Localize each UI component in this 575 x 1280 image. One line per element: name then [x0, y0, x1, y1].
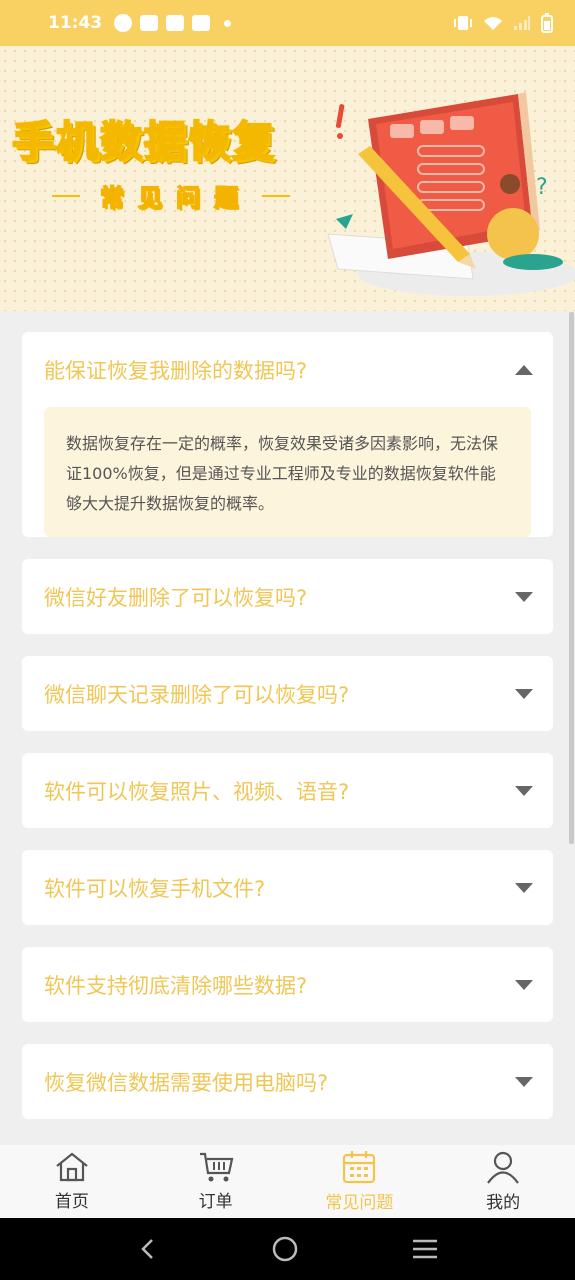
scrollbar[interactable]	[569, 312, 574, 844]
tab-home[interactable]: 首页	[0, 1145, 144, 1218]
book-pencil-illustration: ?	[327, 92, 575, 296]
menu-icon[interactable]	[411, 1237, 439, 1261]
user-icon	[487, 1151, 520, 1184]
status-bar: 11:43	[0, 0, 575, 46]
wifi-icon	[484, 17, 502, 30]
faq-list: 能保证恢复我删除的数据吗? 数据恢复存在一定的概率，恢复效果受诸多因素影响，无法…	[22, 332, 553, 1141]
faq-item: 恢复微信数据需要使用电脑吗?	[22, 1044, 553, 1119]
faq-question-toggle[interactable]: 微信聊天记录删除了可以恢复吗?	[22, 656, 553, 731]
calendar-icon	[343, 1151, 376, 1184]
signal-icon	[514, 16, 530, 30]
faq-question-toggle[interactable]: 软件可以恢复手机文件?	[22, 850, 553, 925]
expand-arrow-icon[interactable]	[515, 882, 533, 893]
expand-arrow-icon[interactable]	[515, 1076, 533, 1087]
tab-orders[interactable]: 订单	[144, 1145, 288, 1218]
svg-text:?: ?	[536, 175, 548, 200]
faq-question: 恢复微信数据需要使用电脑吗?	[44, 1070, 329, 1095]
banner-title: 手机数据恢复	[11, 116, 277, 167]
faq-question: 能保证恢复我删除的数据吗?	[44, 358, 308, 383]
divider	[262, 194, 290, 197]
home-icon	[56, 1152, 88, 1182]
vibrate-icon	[454, 16, 472, 30]
system-icons	[453, 13, 553, 33]
status-time: 11:43	[48, 13, 103, 33]
faq-item: 能保证恢复我删除的数据吗? 数据恢复存在一定的概率，恢复效果受诸多因素影响，无法…	[22, 332, 553, 537]
faq-question: 软件可以恢复照片、视频、语音?	[44, 779, 350, 804]
expand-arrow-icon[interactable]	[515, 688, 533, 699]
mail-icon	[166, 15, 185, 31]
system-navigation-bar	[0, 1218, 575, 1280]
tab-label: 我的	[486, 1193, 521, 1213]
faq-question-toggle[interactable]: 能保证恢复我删除的数据吗?	[22, 332, 553, 407]
faq-item: 软件支持彻底清除哪些数据?	[22, 947, 553, 1022]
mail-icon	[140, 15, 159, 31]
faq-question: 微信好友删除了可以恢复吗?	[44, 585, 308, 610]
tab-label: 订单	[198, 1192, 233, 1212]
faq-item: 软件可以恢复手机文件?	[22, 850, 553, 925]
faq-question-toggle[interactable]: 微信好友删除了可以恢复吗?	[22, 559, 553, 634]
notification-icons	[114, 14, 232, 32]
faq-answer: 数据恢复存在一定的概率，恢复效果受诸多因素影响，无法保证100%恢复，但是通过专…	[44, 407, 531, 537]
mail-icon	[192, 15, 211, 31]
back-icon[interactable]	[136, 1237, 160, 1261]
faq-question-toggle[interactable]: 软件支持彻底清除哪些数据?	[22, 947, 553, 1022]
tab-label: 首页	[54, 1192, 89, 1212]
tab-profile[interactable]: 我的	[431, 1145, 575, 1218]
faq-item: 微信聊天记录删除了可以恢复吗?	[22, 656, 553, 731]
tab-faq[interactable]: 常见问题	[288, 1145, 432, 1218]
expand-arrow-icon[interactable]	[515, 785, 533, 796]
expand-arrow-icon[interactable]	[515, 979, 533, 990]
cart-icon	[199, 1152, 233, 1182]
banner-subtitle-row: 常见问题	[52, 178, 290, 213]
faq-question: 软件可以恢复手机文件?	[44, 876, 266, 901]
battery-icon	[541, 13, 553, 33]
faq-question-toggle[interactable]: 软件可以恢复照片、视频、语音?	[22, 753, 553, 828]
expand-arrow-icon[interactable]	[515, 591, 533, 602]
faq-item: 微信好友删除了可以恢复吗?	[22, 559, 553, 634]
banner-subtitle: 常见问题	[99, 183, 252, 213]
faq-question-toggle[interactable]: 恢复微信数据需要使用电脑吗?	[22, 1044, 553, 1119]
faq-item: 软件可以恢复照片、视频、语音?	[22, 753, 553, 828]
faq-question: 微信聊天记录删除了可以恢复吗?	[44, 682, 350, 707]
more-notifications-icon	[224, 19, 232, 27]
divider	[52, 194, 80, 197]
faq-question: 软件支持彻底清除哪些数据?	[44, 973, 308, 998]
bottom-tab-bar: 首页 订单 常见问题 我的	[0, 1145, 575, 1218]
collapse-arrow-icon[interactable]	[515, 364, 533, 375]
tab-label: 常见问题	[325, 1193, 394, 1213]
app-notification-icon	[114, 14, 133, 32]
faq-banner: 手机数据恢复 常见问题 ?	[0, 46, 575, 311]
home-circle-icon[interactable]	[271, 1235, 299, 1263]
